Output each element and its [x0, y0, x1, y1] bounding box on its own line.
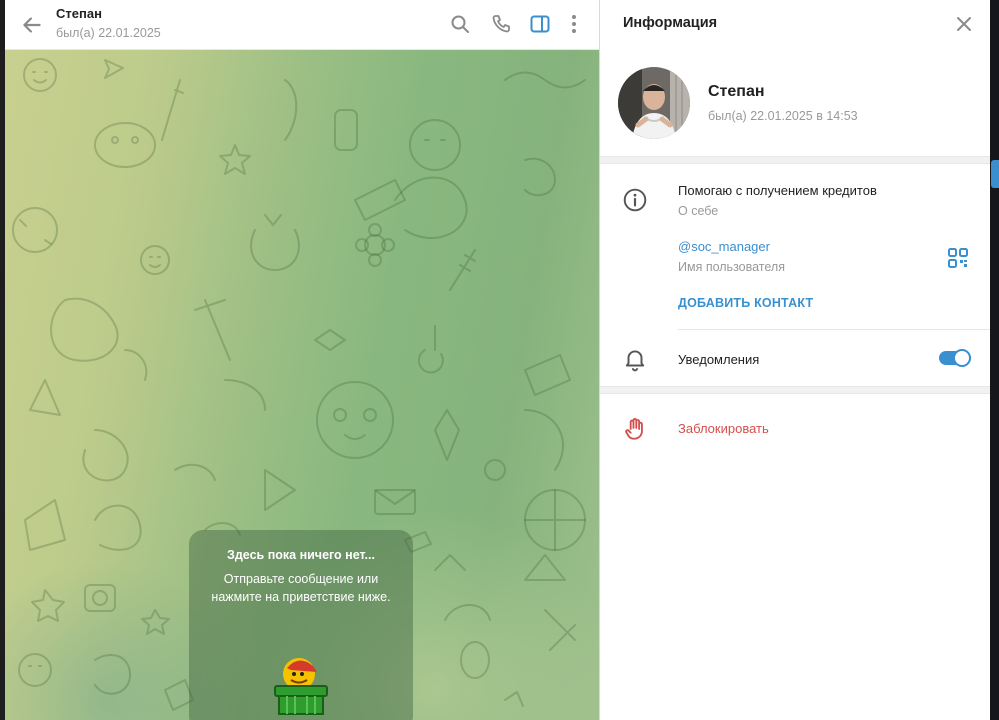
bio-label: О себе	[678, 204, 719, 218]
avatar[interactable]	[618, 67, 690, 139]
username-label: Имя пользователя	[678, 260, 785, 274]
username-link[interactable]: @soc_manager	[678, 239, 770, 254]
empty-chat-title: Здесь пока ничего нет...	[227, 548, 375, 562]
chat-header: Степан был(а) 22.01.2025	[5, 0, 599, 50]
section-divider	[600, 156, 990, 164]
info-panel: Информация Степан был(а) 22.01.2025 в 14…	[600, 0, 990, 720]
info-header: Информация	[600, 0, 990, 48]
toggle-knob	[953, 349, 971, 367]
row-divider	[678, 329, 990, 330]
add-contact-button[interactable]: ДОБАВИТЬ КОНТАКТ	[678, 296, 813, 310]
qr-code-icon[interactable]	[947, 247, 969, 269]
window-right-edge	[990, 0, 999, 720]
greeting-sticker[interactable]	[269, 652, 333, 716]
profile-name: Степан	[708, 83, 765, 100]
phone-icon[interactable]	[489, 12, 513, 36]
info-icon	[623, 188, 647, 212]
arrow-left-icon[interactable]	[19, 12, 45, 38]
bio-text: Помогаю с получением кредитов	[678, 183, 877, 198]
empty-chat-placeholder: Здесь пока ничего нет... Отправьте сообщ…	[189, 530, 413, 720]
notifications-label: Уведомления	[678, 352, 760, 367]
section-divider	[600, 386, 990, 394]
hand-stop-icon	[625, 418, 643, 440]
chat-title[interactable]: Степан	[56, 6, 102, 21]
bell-icon	[625, 350, 645, 372]
sidebar-toggle-icon[interactable]	[528, 12, 552, 36]
profile-status: был(а) 22.01.2025 в 14:53	[708, 109, 858, 123]
more-vertical-icon[interactable]	[562, 12, 586, 36]
empty-chat-hint: Отправьте сообщение или нажмите на приве…	[211, 572, 391, 604]
notifications-toggle[interactable]	[939, 348, 971, 368]
info-title: Информация	[623, 15, 718, 31]
chat-status: был(а) 22.01.2025	[56, 26, 161, 40]
block-user-button[interactable]: Заблокировать	[678, 421, 769, 436]
chat-area: Степан был(а) 22.01.2025 Здесь пока ниче…	[5, 0, 599, 720]
close-icon[interactable]	[952, 12, 976, 36]
chat-wallpaper: Здесь пока ничего нет... Отправьте сообщ…	[5, 50, 599, 720]
background-window-fragment	[991, 160, 999, 188]
search-icon[interactable]	[448, 12, 472, 36]
